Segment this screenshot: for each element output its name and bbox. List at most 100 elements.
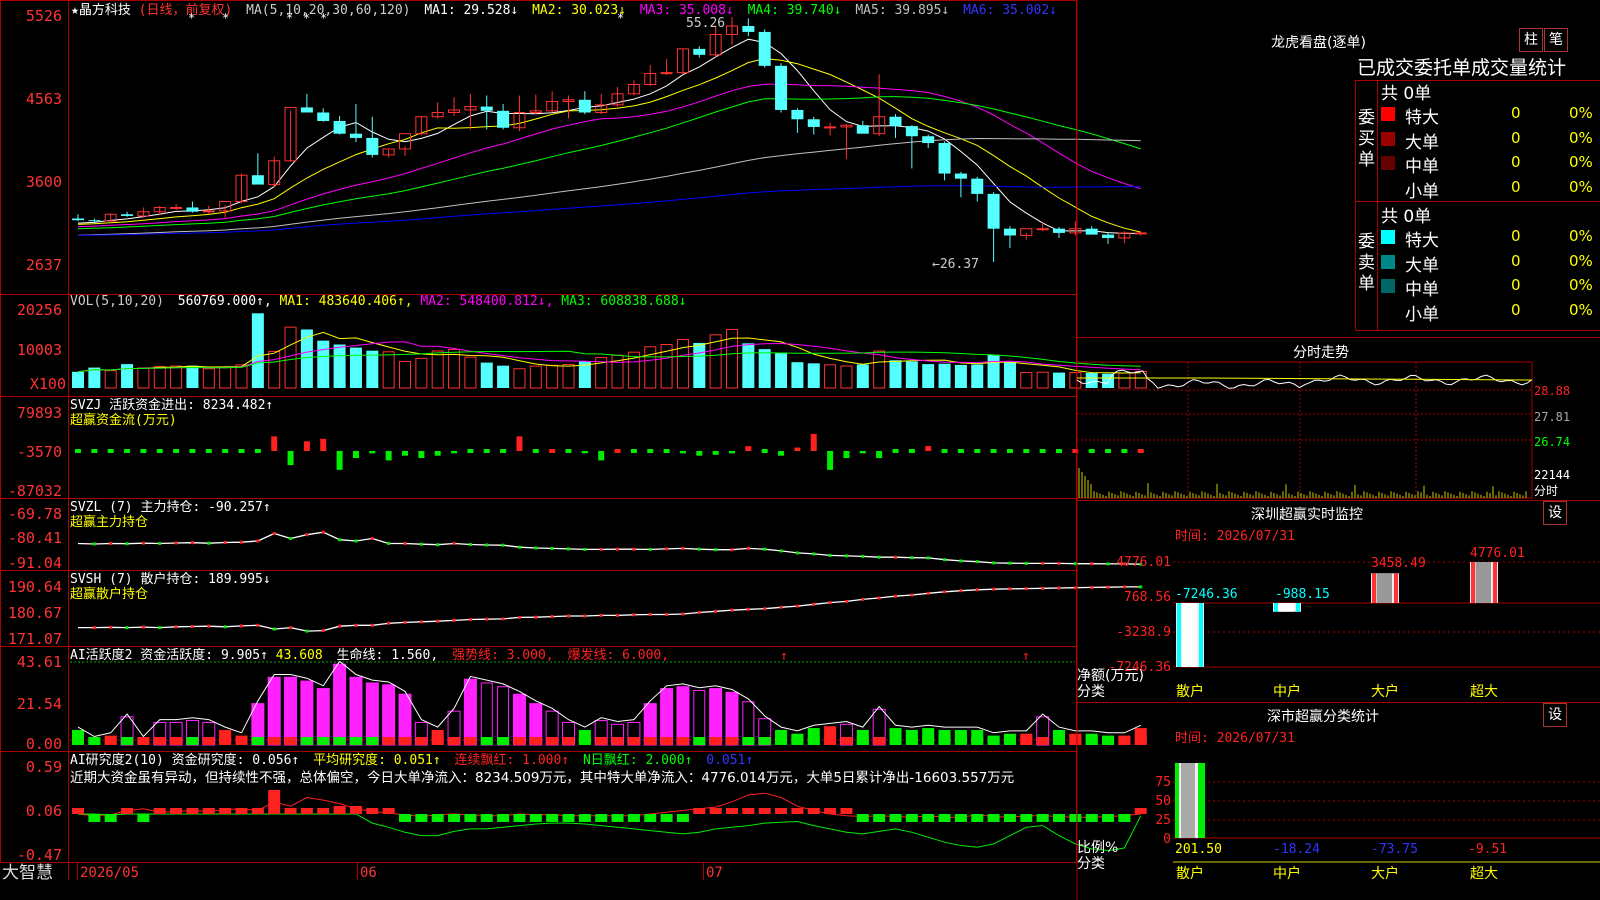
candlestick-panel[interactable]	[72, 17, 1147, 262]
class-title: 深市超赢分类统计	[1267, 709, 1379, 725]
research-bar	[153, 808, 166, 814]
class-settings-button[interactable]: 设	[1543, 703, 1567, 727]
activity-base	[840, 737, 853, 745]
svzj-bar	[483, 449, 490, 453]
volume-panel[interactable]	[72, 313, 1147, 389]
candle-body	[300, 107, 313, 113]
svzl-line-dot	[305, 533, 309, 537]
order-type-label: 特大	[1405, 231, 1439, 251]
svzj-bar	[794, 447, 801, 451]
pen-view-button[interactable]: 笔	[1544, 28, 1568, 52]
ma-line	[77, 38, 1141, 234]
svzl-line-dot	[1057, 561, 1061, 565]
svzj-bar	[827, 451, 834, 470]
svzj-bar	[630, 449, 637, 453]
activity-base	[497, 737, 510, 745]
svsh-line-dot	[92, 626, 96, 630]
candle-body	[1003, 228, 1016, 236]
svzl-line-dot	[452, 541, 456, 545]
order-stats-title: 已成交委托单成交量统计	[1357, 57, 1567, 79]
candle-body	[497, 110, 510, 128]
svsh-line-dot	[583, 614, 587, 618]
svsh-line-dot	[174, 625, 178, 629]
candle-body	[954, 173, 967, 179]
order-count: 0	[1511, 153, 1521, 171]
vol-ma2: MA2: 548400.812↓,	[420, 294, 553, 309]
y-label: 3600	[26, 173, 62, 191]
svzl-line-dot	[141, 541, 145, 545]
stock-name: ★晶方科技	[71, 2, 131, 18]
candle-body	[578, 99, 591, 113]
svsh-line-dot	[223, 625, 227, 629]
svzl-line-dot	[158, 541, 162, 545]
activity-base	[399, 737, 411, 745]
svzl-panel[interactable]	[77, 530, 1143, 566]
candle-body	[971, 178, 984, 194]
svg-text:*: *	[188, 11, 195, 25]
svsh-line-dot	[501, 617, 505, 621]
volume-bar	[873, 350, 886, 389]
activity-base	[366, 737, 379, 745]
dragon-panel-title: 龙虎看盘(逐单)	[1271, 35, 1366, 51]
y-label: 2637	[26, 256, 62, 274]
activity-base	[251, 737, 264, 745]
svzj-panel[interactable]	[75, 433, 1144, 470]
activity-base	[562, 737, 575, 745]
candle-body	[824, 126, 837, 129]
svzj-bar	[647, 449, 654, 453]
research-bar	[513, 814, 526, 822]
order-type-label: 小单	[1405, 181, 1439, 202]
svzl-line-dot	[223, 540, 227, 544]
svzl-line-dot	[665, 547, 669, 551]
svzl-line-dot	[517, 545, 521, 549]
order-percent: 0%	[1569, 177, 1593, 196]
svsh-line-dot	[321, 629, 325, 633]
volume-bar	[366, 350, 379, 388]
svsh-line-dot	[681, 612, 685, 616]
svsh-line-dot	[730, 608, 734, 612]
activity-base	[349, 737, 362, 745]
volume-bar	[954, 364, 967, 388]
research-bar	[1003, 814, 1016, 822]
svsh-line-dot	[436, 619, 440, 623]
svzl-line-dot	[567, 547, 570, 551]
activity-base	[922, 737, 935, 745]
order-color-swatch	[1381, 107, 1395, 121]
svsh-panel[interactable]	[78, 585, 1143, 633]
svzj-bar	[859, 451, 866, 454]
svzj-bar	[696, 451, 703, 456]
activity-bar	[709, 688, 723, 746]
activity-base	[938, 737, 951, 745]
svzj-bar	[679, 451, 686, 454]
y-label: -0.47	[17, 846, 62, 864]
activity-base	[415, 737, 428, 745]
activity-bar	[333, 663, 347, 746]
volume-bar	[153, 365, 166, 389]
svsh-line-dot	[665, 613, 669, 617]
svzl-line-dot	[501, 543, 505, 547]
order-row: 特大 0 0%	[1381, 226, 1600, 251]
monitor-settings-button[interactable]: 设	[1543, 501, 1567, 525]
svsh-line-dot	[844, 599, 848, 603]
svsh-line-dot	[828, 601, 832, 605]
research-bar	[775, 808, 788, 814]
y-label: 180.67	[8, 604, 62, 622]
bar-view-button[interactable]: 柱	[1519, 28, 1543, 52]
ai-active-panel[interactable]: ↑ ↑	[70, 649, 1147, 746]
volume-bar	[219, 367, 232, 389]
research-bar	[529, 814, 542, 822]
activity-base	[660, 737, 673, 745]
ai-research-panel[interactable]	[72, 790, 1147, 852]
y-label: 190.64	[8, 578, 62, 596]
research-bar	[676, 814, 689, 822]
ai1-title-line: AI活跃度2 资金活跃度: 9.905↑ 43.608 生命线: 1.560, …	[70, 647, 669, 663]
svzj-bar	[369, 451, 376, 454]
ai1-life: 生命线: 1.560,	[337, 647, 439, 663]
research-bar	[464, 814, 477, 822]
research-bar	[431, 814, 444, 822]
svzl-line-dot	[975, 560, 979, 564]
svzl-line-dot	[125, 542, 129, 546]
research-bar	[497, 814, 510, 822]
svzj-bar	[761, 449, 768, 453]
research-bar	[480, 814, 493, 822]
